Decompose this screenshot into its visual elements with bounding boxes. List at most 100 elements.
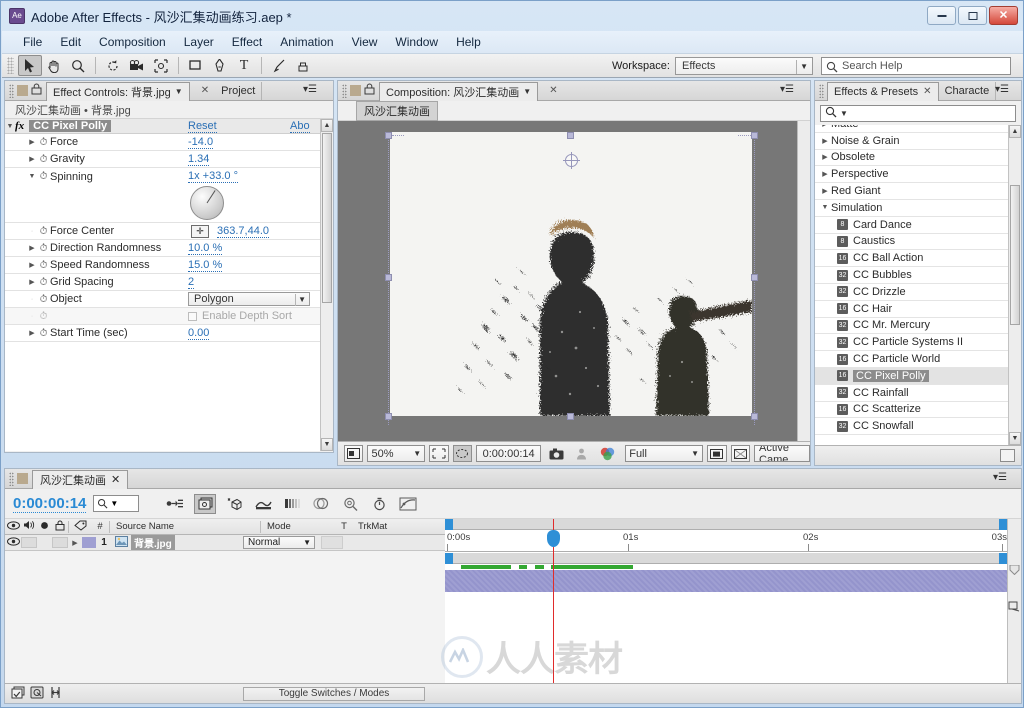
graph-editor-set-icon[interactable] (310, 494, 332, 514)
work-area-bar[interactable] (445, 519, 1021, 530)
enable-frame-blending-icon[interactable] (252, 494, 274, 514)
anchor-point-icon[interactable] (563, 152, 580, 169)
lock-icon[interactable] (31, 83, 42, 98)
zoom-level-select[interactable]: 50% ▼ (367, 445, 426, 462)
selection-handle-ml[interactable] (385, 274, 392, 281)
stopwatch-icon[interactable]: ⏱ (37, 294, 50, 305)
stopwatch-icon[interactable]: ⏱ (37, 243, 50, 254)
property-row-enable-depth-sort[interactable]: · ⏱ Enable Depth Sort (5, 308, 333, 325)
property-row-start-time[interactable]: ▶ ⏱ Start Time (sec) 0.00 (5, 325, 333, 342)
disclosure-triangle-icon[interactable]: ▶ (27, 329, 37, 337)
comp-mini-flowchart-icon[interactable] (30, 686, 44, 702)
disclosure-triangle-icon[interactable]: ▶ (27, 138, 37, 146)
stopwatch-icon[interactable]: ⏱ (37, 226, 50, 237)
property-value[interactable]: 15.0 % (188, 259, 223, 272)
point-picker-icon[interactable]: ✛ (191, 224, 209, 238)
property-row-grid-spacing[interactable]: ▶ ⏱ Grid Spacing 2 (5, 274, 333, 291)
list-item-effect[interactable]: 16 CC Ball Action (815, 250, 1008, 268)
scroll-down-icon[interactable]: ▼ (321, 438, 333, 451)
list-item-category-simulation[interactable]: ▼ Simulation (815, 200, 1008, 217)
work-area-end-handle-lower[interactable] (999, 553, 1007, 564)
menu-composition[interactable]: Composition (90, 32, 175, 52)
new-animation-preset-icon[interactable] (1000, 449, 1015, 462)
panel-grip[interactable] (819, 83, 824, 98)
property-row-spinning[interactable]: ▼ ⏱ Spinning 1x +33.0 ° (5, 168, 333, 185)
text-tool-icon[interactable]: T (232, 55, 256, 76)
timeline-current-time[interactable]: 0:00:00:14 (13, 495, 87, 513)
disclosure-triangle-icon[interactable]: ▶ (819, 187, 831, 195)
column-index-header[interactable]: # (91, 521, 109, 532)
disclosure-triangle-icon[interactable]: ▶ (68, 539, 82, 547)
label-icon[interactable] (69, 520, 91, 534)
current-time-display[interactable]: 0:00:00:14 (476, 445, 542, 462)
solo-icon[interactable] (37, 521, 52, 533)
clone-stamp-tool-icon[interactable] (291, 55, 315, 76)
list-item-effect-cc-pixel-polly[interactable]: 16 CC Pixel Polly (815, 367, 1008, 385)
tab-composition[interactable]: Composition: 风沙汇集动画 ▼ (379, 81, 539, 101)
work-area-start-handle[interactable] (445, 519, 453, 530)
tab-effect-controls-close[interactable]: ✕ (190, 82, 215, 100)
zoom-tool-icon[interactable] (66, 55, 90, 76)
list-item-category[interactable]: ▶ Matte (815, 125, 1008, 133)
selection-handle-mr[interactable] (751, 274, 758, 281)
selection-handle-bl[interactable] (385, 413, 392, 420)
menu-layer[interactable]: Layer (175, 32, 223, 52)
enable-depth-sort-checkbox[interactable] (188, 311, 197, 321)
timeline-outline-empty-area[interactable] (5, 551, 445, 683)
property-value[interactable]: 1x +33.0 ° (188, 170, 238, 183)
scroll-up-icon[interactable]: ▲ (321, 119, 333, 132)
panel-grip[interactable] (9, 471, 14, 486)
scroll-down-icon[interactable]: ▼ (1009, 432, 1021, 445)
panel-menu-icon[interactable]: ▾☰ (993, 472, 1007, 483)
stopwatch-icon[interactable]: ⏱ (37, 260, 50, 271)
work-area-end-handle[interactable] (999, 519, 1007, 530)
menu-window[interactable]: Window (386, 32, 447, 52)
property-value[interactable]: 2 (188, 276, 195, 289)
rotation-tool-icon[interactable] (101, 55, 125, 76)
draft-3d-icon[interactable] (194, 493, 217, 514)
menu-file[interactable]: File (14, 32, 51, 52)
selection-handle-tr[interactable] (751, 132, 758, 139)
property-value[interactable]: 1.34 (188, 153, 210, 166)
viewer-scrollbar[interactable] (797, 121, 810, 441)
workspace-select[interactable]: Effects ▼ (675, 57, 813, 75)
list-item-effect[interactable]: 16 CC Hair (815, 301, 1008, 318)
stopwatch-icon[interactable]: ⏱ (37, 171, 50, 182)
toggle-switches-modes-button[interactable]: Toggle Switches / Modes (243, 686, 425, 701)
column-trkmat-header[interactable]: TrkMat (355, 521, 413, 532)
list-item-category[interactable]: ▶ Obsolete (815, 150, 1008, 167)
composition-stage[interactable] (390, 132, 752, 416)
toggle-pixel-aspect-icon[interactable] (730, 445, 751, 462)
scrollbar-thumb[interactable] (322, 133, 332, 303)
toolbar-grip[interactable] (7, 57, 14, 74)
property-row-force[interactable]: ▶ ⏱ Force -14.0 (5, 134, 333, 151)
property-row-force-center[interactable]: · ⏱ Force Center ✛ 363.7,44.0 (5, 223, 333, 240)
stopwatch-icon[interactable]: ⏱ (37, 137, 50, 148)
reset-link[interactable]: Reset (188, 120, 217, 133)
timeline-graph[interactable]: 0:00s 01s 02s 03s (445, 519, 1021, 683)
property-row-speed-randomness[interactable]: ▶ ⏱ Speed Randomness 15.0 % (5, 257, 333, 274)
panel-menu-icon[interactable]: ▾☰ (303, 84, 317, 95)
column-t-header[interactable]: T (333, 521, 355, 532)
list-item-category[interactable]: ▶ Perspective (815, 166, 1008, 184)
selection-handle-tl[interactable] (385, 132, 392, 139)
list-item-effect[interactable]: 32 CC Mr. Mercury (815, 318, 1008, 335)
angle-dial[interactable] (190, 186, 224, 220)
list-item-effect[interactable]: 32 CC Drizzle (815, 284, 1008, 301)
tab-character[interactable]: Characte (939, 81, 997, 100)
column-mode-header[interactable]: Mode (261, 521, 333, 532)
enable-motion-blur-icon[interactable] (281, 494, 303, 514)
comp-flowchart-icon[interactable] (11, 686, 25, 702)
object-dropdown[interactable]: Polygon ▼ (188, 292, 310, 306)
disclosure-triangle-icon[interactable]: ▼ (819, 204, 831, 211)
audio-icon[interactable] (21, 520, 37, 533)
disclosure-triangle-icon[interactable]: ▼ (27, 173, 37, 180)
list-item-effect[interactable]: 32 CC Snowfall (815, 418, 1008, 436)
camera-view-select[interactable]: Active Came (754, 445, 810, 462)
list-item-effect[interactable]: 32 CC Rainfall (815, 385, 1008, 402)
list-item-effect[interactable]: 8 Caustics (815, 234, 1008, 251)
menu-edit[interactable]: Edit (51, 32, 90, 52)
effects-search-input[interactable]: ▼ (820, 104, 1016, 122)
motion-blur-switch-icon[interactable] (1008, 601, 1021, 612)
selection-tool-icon[interactable] (18, 55, 42, 76)
